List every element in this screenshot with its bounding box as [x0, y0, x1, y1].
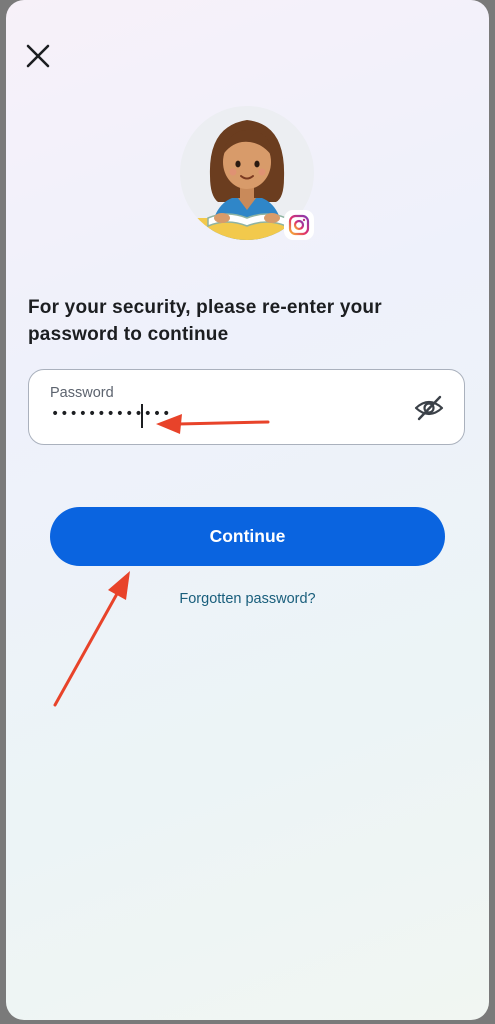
profile-avatar [180, 106, 314, 240]
password-label: Password [50, 385, 114, 401]
eye-off-icon [414, 395, 444, 421]
continue-button[interactable]: Continue [50, 507, 445, 566]
page-title: For your security, please re-enter your … [28, 297, 382, 345]
text-caret [141, 404, 143, 428]
toggle-visibility-button[interactable] [413, 394, 445, 422]
password-field[interactable]: Password ••••••••••••• [28, 369, 465, 445]
password-value[interactable]: ••••••••••••• [51, 406, 171, 422]
reauth-screen: For your security, please re-enter your … [6, 0, 489, 1020]
instagram-icon [288, 214, 310, 236]
forgotten-password-link[interactable]: Forgotten password? [6, 591, 489, 607]
close-button[interactable] [22, 40, 54, 72]
instagram-badge [284, 210, 314, 240]
close-icon [26, 44, 50, 68]
